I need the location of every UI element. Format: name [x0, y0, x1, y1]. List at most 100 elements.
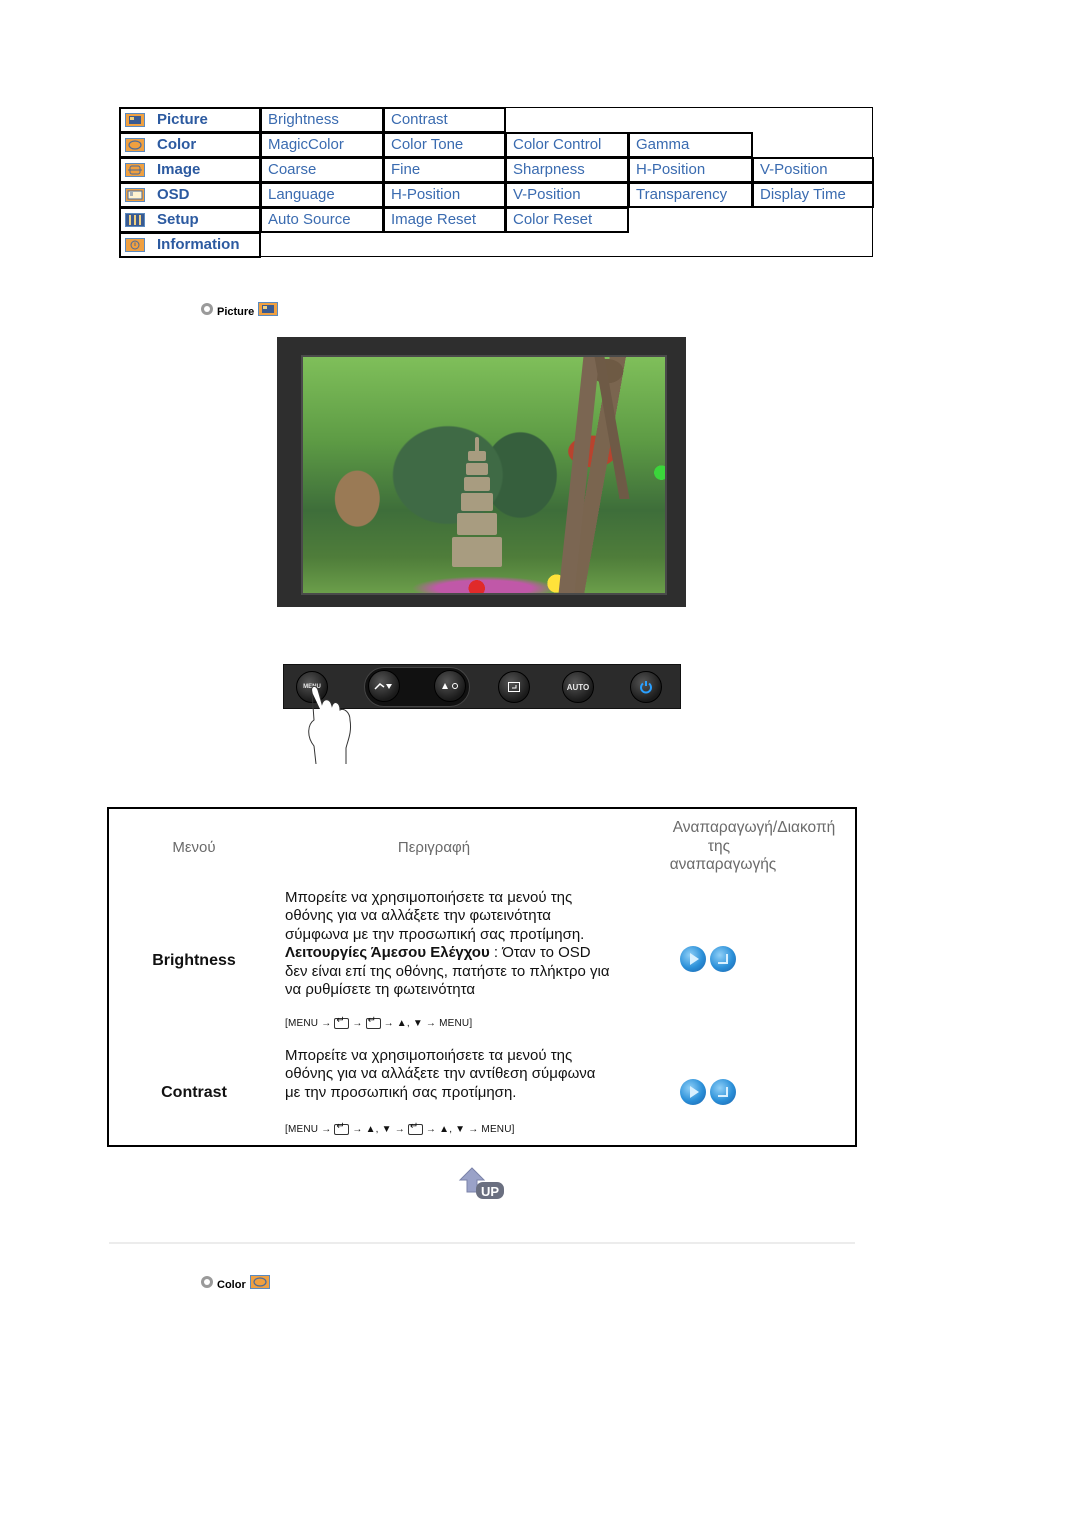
brightness-key-sequence: [MENU → → → ▲, ▼ → MENU] — [285, 1015, 473, 1029]
menu-item-color-tone[interactable]: Color Tone — [383, 132, 506, 158]
menu-item-fine[interactable]: Fine — [383, 157, 506, 183]
menu-item-gamma[interactable]: Gamma — [628, 132, 753, 158]
direct-function-text: : Όταν το OSD — [489, 944, 591, 962]
contrast-play-controls — [680, 1079, 736, 1105]
menu-category-label: Color — [157, 136, 197, 153]
up-label: UP — [481, 1184, 499, 1199]
brightness-down-icon — [374, 683, 392, 690]
sequence-text: → ▲, ▼ → — [352, 1124, 405, 1135]
header-play-stop-line: αναπαραγωγής — [669, 856, 777, 873]
auto-button-label: AUTO — [566, 682, 590, 692]
menu-category-image[interactable]: Image — [119, 157, 261, 183]
contrast-key-sequence: [MENU → → ▲, ▼ → → ▲, ▼ → MENU] — [285, 1121, 515, 1135]
description-line: οθόνης για να αλλάξετε την φωτεινότητα — [285, 907, 551, 925]
description-line: Μπορείτε να χρησιμοποιήσετε τα μενού της — [285, 889, 573, 906]
direct-function-label: Λειτουργίες Άμεσου Ελέγχου — [285, 944, 490, 962]
menu-category-setup[interactable]: Setup — [119, 207, 261, 233]
sequence-text: → ▲, ▼ → MENU] — [425, 1124, 515, 1135]
menu-item-contrast[interactable]: Contrast — [383, 107, 506, 133]
description-line: σύμφωνα με την προσωπική σας προτίμηση. — [285, 925, 585, 943]
play-button[interactable] — [680, 946, 706, 972]
sequence-text: [MENU → — [285, 1124, 332, 1135]
enter-key-icon — [334, 1121, 350, 1135]
picture-icon — [258, 302, 279, 316]
description-line: οθόνης για να αλλάξετε την αντίθεση σύμφ… — [285, 1065, 596, 1083]
tree-trunk — [558, 357, 600, 593]
menu-item-color-control[interactable]: Color Control — [505, 132, 629, 158]
description-line: δεν είναι επί της οθόνης, πατήστε το πλή… — [285, 962, 610, 980]
section-heading-color: Color — [201, 1273, 270, 1291]
description-line: Μπορείτε να χρησιμοποιήσετε τα μενού της — [285, 1047, 573, 1064]
play-button[interactable] — [680, 1079, 706, 1105]
bullet-icon — [201, 1276, 213, 1288]
enter-key-icon — [334, 1015, 350, 1029]
sequence-text: [MENU → — [285, 1018, 332, 1029]
image-icon — [125, 163, 145, 177]
section-divider — [109, 1242, 855, 1244]
brightness-up-button[interactable] — [434, 670, 466, 702]
description-line: να ρυθμίσετε τη φωτεινότητα — [285, 981, 476, 999]
menu-item-color-reset[interactable]: Color Reset — [505, 207, 629, 233]
header-play-stop-line: Αναπαραγωγή/Διακοπή — [672, 819, 836, 836]
row-label-contrast: Contrast — [161, 1084, 227, 1101]
menu-item-magiccolor[interactable]: MagicColor — [260, 132, 384, 158]
color-icon — [125, 138, 145, 152]
information-icon — [125, 238, 145, 252]
menu-item-display-time[interactable]: Display Time — [752, 182, 874, 208]
setup-icon — [125, 213, 145, 227]
power-button[interactable] — [630, 671, 662, 703]
function-table: Μενού Περιγραφή Αναπαραγωγή/Διακοπή της … — [107, 807, 857, 1147]
menu-category-label: Image — [157, 161, 201, 178]
enter-button[interactable] — [498, 671, 530, 703]
header-menu: Μενού — [172, 839, 216, 856]
menu-category-information[interactable]: Information — [119, 232, 261, 258]
stop-button[interactable] — [710, 946, 736, 972]
menu-item-h-position[interactable]: H-Position — [628, 157, 753, 183]
menu-item-sharpness[interactable]: Sharpness — [505, 157, 629, 183]
menu-item-h-position[interactable]: H-Position — [383, 182, 506, 208]
menu-category-label: Information — [157, 236, 240, 253]
menu-category-label: Setup — [157, 211, 199, 228]
section-title: Picture — [217, 306, 255, 318]
header-play-stop: Αναπαραγωγή/Διακοπή της αναπαραγωγής — [654, 819, 854, 875]
menu-category-label: Picture — [157, 111, 208, 128]
menu-item-auto-source[interactable]: Auto Source — [260, 207, 384, 233]
enter-icon — [508, 682, 520, 692]
menu-item-coarse[interactable]: Coarse — [260, 157, 384, 183]
menu-category-picture[interactable]: Picture — [119, 107, 261, 133]
monitor-illustration — [277, 337, 686, 607]
header-description: Περιγραφή — [397, 839, 471, 856]
menu-item-image-reset[interactable]: Image Reset — [383, 207, 506, 233]
menu-item-language[interactable]: Language — [260, 182, 384, 208]
section-title: Color — [217, 1279, 246, 1291]
menu-category-color[interactable]: Color — [119, 132, 261, 158]
menu-item-brightness[interactable]: Brightness — [260, 107, 384, 133]
stop-button[interactable] — [710, 1079, 736, 1105]
section-heading-picture: Picture — [201, 300, 279, 318]
tree-branch — [594, 357, 630, 499]
pointing-hand-icon — [308, 685, 351, 765]
brightness-description: Μπορείτε να χρησιμοποιήσετε τα μενού της… — [285, 889, 655, 999]
bullet-icon — [201, 303, 213, 315]
direct-function-line: Λειτουργίες Άμεσου Ελέγχου : Όταν το OSD — [285, 944, 655, 962]
sequence-text: → — [352, 1018, 363, 1029]
menu-item-v-position[interactable]: V-Position — [505, 182, 629, 208]
brightness-up-icon — [442, 683, 458, 689]
monitor-screen-photo — [301, 355, 667, 595]
description-line: με την προσωπική σας προτίμηση. — [285, 1083, 517, 1101]
brightness-play-controls — [680, 946, 736, 972]
color-icon — [249, 1275, 270, 1289]
enter-key-icon — [407, 1121, 423, 1135]
sequence-text: → ▲, ▼ → MENU] — [383, 1018, 473, 1029]
power-icon — [640, 681, 652, 694]
menu-category-label: OSD — [157, 186, 190, 203]
auto-button[interactable]: AUTO — [562, 671, 594, 703]
menu-item-v-position[interactable]: V-Position — [752, 157, 874, 183]
brightness-down-button[interactable] — [368, 670, 400, 702]
header-play-stop-line: της — [707, 837, 731, 855]
menu-item-transparency[interactable]: Transparency — [628, 182, 753, 208]
picture-icon — [125, 113, 145, 127]
enter-key-icon — [365, 1015, 381, 1029]
up-button[interactable]: UP — [458, 1166, 506, 1200]
menu-category-osd[interactable]: OSD — [119, 182, 261, 208]
